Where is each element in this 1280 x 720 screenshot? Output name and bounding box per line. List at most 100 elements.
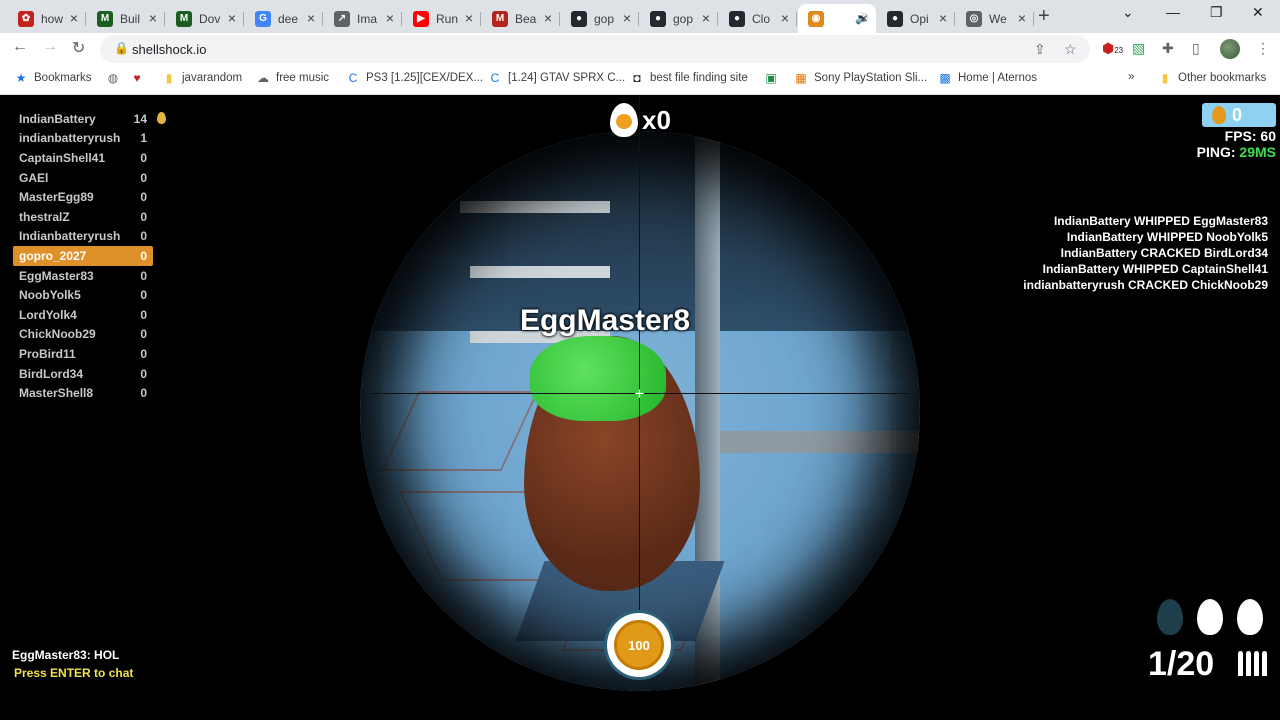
url-text: shellshock.io	[132, 42, 207, 57]
tab-strip: ✿ how × M Buil × M Dov × Gdee × ↗ Ima × ▶ Run × M Bea × ● gop…	[0, 0, 1280, 33]
scope-vignette	[360, 131, 920, 691]
bookmark-item[interactable]: ◍	[106, 71, 126, 85]
player-score: 0	[140, 386, 147, 401]
browser-tab[interactable]: ● Clo ×	[719, 4, 797, 33]
scoreboard: IndianBattery 14 indianbatteryrush 1 Captain…	[13, 109, 166, 403]
scoreboard-row: CaptainShell41 0	[13, 148, 153, 168]
tab-close-icon[interactable]: ×	[781, 10, 789, 26]
bookmark-icon: ◍	[107, 71, 119, 85]
bookmark-item[interactable]: ▣	[764, 71, 784, 85]
browser-tab[interactable]: ✿ how ×	[8, 4, 86, 33]
player-score: 0	[140, 248, 147, 263]
browser-tab[interactable]: ▶ Run ×	[403, 4, 481, 33]
bookmark-icon: C	[348, 71, 358, 85]
scoreboard-row: IndianBattery 14	[13, 109, 166, 129]
egg-counter[interactable]: 0	[1202, 103, 1276, 127]
tab-favicon-icon: ●	[729, 10, 745, 27]
kill-feed: IndianBattery WHIPPED EggMaster83 IndianB…	[1023, 213, 1268, 293]
new-tab-button[interactable]: +	[1038, 5, 1050, 28]
extensions-puzzle-icon[interactable]: ✚	[1162, 40, 1174, 57]
forward-button[interactable]: →	[42, 38, 58, 56]
extension-icon[interactable]: ▧	[1132, 40, 1145, 57]
bookmarks-bar: ★ Bookmarks ◍ ♥ ▮ javarandom ☁ free music C PS3 […	[0, 65, 1280, 95]
scoreboard-row: Indianbatteryrush 0	[13, 227, 153, 247]
player-name: EggMaster83	[19, 268, 94, 283]
share-icon[interactable]: ⇪	[1034, 41, 1046, 58]
browser-tab[interactable]: M Buil ×	[87, 4, 165, 33]
bookmark-item[interactable]: ◘ best file finding site	[630, 71, 747, 85]
other-bookmarks-folder[interactable]: ▮ Other bookmarks	[1158, 71, 1267, 85]
tab-separator	[480, 12, 481, 26]
back-button[interactable]: ←	[12, 38, 28, 56]
game-viewport[interactable]: + EggMaster8 IndianBattery 14 indianbatter…	[0, 96, 1280, 720]
browser-tab[interactable]: M Dov ×	[166, 4, 244, 33]
tab-favicon-icon: ✿	[18, 10, 34, 27]
scoreboard-row: EggMaster83 0	[13, 266, 153, 286]
restore-button[interactable]: ❐	[1210, 4, 1223, 21]
tab-favicon-icon: ●	[650, 10, 666, 27]
bookmark-item[interactable]: C [1.24] GTAV SPRX C...	[488, 71, 626, 85]
minimize-button[interactable]: —	[1166, 4, 1180, 20]
bookmark-item[interactable]: ★ Bookmarks	[14, 71, 92, 85]
tab-close-icon[interactable]: ×	[623, 10, 631, 26]
tab-close-icon[interactable]: ×	[860, 10, 868, 26]
scoreboard-row: gopro_2027 0	[13, 246, 153, 266]
player-name: ProBird11	[19, 346, 76, 361]
bookmark-icon: C	[490, 71, 500, 85]
side-panel-icon[interactable]: ▯	[1192, 40, 1200, 57]
tab-close-icon[interactable]: ×	[307, 10, 315, 26]
tab-close-icon[interactable]: ×	[70, 10, 78, 26]
kill-feed-entry: IndianBattery WHIPPED EggMaster83	[1053, 214, 1268, 228]
bookmark-item[interactable]: ☁ free music	[256, 71, 329, 85]
player-score: 1	[140, 131, 147, 146]
tab-close-icon[interactable]: ×	[386, 10, 394, 26]
menu-kebab-icon[interactable]: ⋮	[1256, 40, 1270, 57]
browser-tab[interactable]: Gdee ×	[245, 4, 323, 33]
bookmark-item[interactable]: ▮ javarandom	[162, 71, 242, 85]
bookmarks-overflow-button[interactable]: »	[1128, 71, 1134, 83]
address-bar[interactable]: 🔒 shellshock.io ⇪ ☆	[100, 35, 1090, 63]
player-name: gopro_2027	[19, 248, 87, 263]
player-score: 0	[140, 307, 147, 322]
tab-close-icon[interactable]: ×	[149, 10, 157, 26]
tab-favicon-icon: G	[255, 10, 271, 27]
reload-button[interactable]: ↻	[72, 38, 85, 58]
browser-tab[interactable]: M Bea ×	[482, 4, 560, 33]
browser-tab[interactable]: ↗ Ima ×	[324, 4, 402, 33]
bookmark-item[interactable]: C PS3 [1.25][CEX/DEX...	[346, 71, 483, 85]
tab-close-icon[interactable]: ×	[544, 10, 552, 26]
close-window-button[interactable]: ✕	[1252, 4, 1264, 21]
bookmark-item[interactable]: ▩ Home | Aternos	[938, 71, 1037, 85]
tab-close-icon[interactable]: ×	[465, 10, 473, 26]
browser-tab[interactable]: ● gop ×	[640, 4, 718, 33]
profile-avatar[interactable]	[1220, 39, 1240, 59]
bookmark-star-icon[interactable]: ☆	[1064, 41, 1077, 58]
tab-separator	[322, 12, 323, 26]
tab-close-icon[interactable]: ×	[228, 10, 236, 26]
browser-tab[interactable]: ◎ We ×	[956, 4, 1034, 33]
scope-view	[360, 131, 920, 691]
tab-title: how	[41, 11, 63, 26]
player-name: BirdLord34	[19, 366, 84, 381]
tab-title: Opi	[910, 11, 929, 26]
tab-close-icon[interactable]: ×	[702, 10, 710, 26]
bookmark-icon: ▦	[795, 71, 807, 85]
tab-title: Bea	[515, 11, 537, 26]
player-score: 0	[140, 190, 147, 205]
browser-tab[interactable]: ● gop ×	[561, 4, 639, 33]
browser-tab[interactable]: ◉ 🔊 ×	[798, 4, 876, 33]
extension-adblock-icon[interactable]: ⬢23	[1102, 40, 1123, 57]
tab-close-icon[interactable]: ×	[1018, 10, 1026, 26]
browser-tab[interactable]: ● Opi ×	[877, 4, 955, 33]
tab-separator	[401, 12, 402, 26]
tab-search-icon[interactable]: ⌄	[1122, 4, 1134, 21]
bullets-icon	[1238, 651, 1267, 676]
bookmark-item[interactable]: ♥	[130, 71, 150, 85]
health-indicator: 100	[607, 613, 671, 677]
bookmark-label: Bookmarks	[34, 72, 92, 84]
scoreboard-row: GAEl 0	[13, 168, 153, 188]
bookmark-item[interactable]: ▦ Sony PlayStation Sli...	[794, 71, 927, 85]
ammo-counter: 1/20	[1148, 645, 1215, 683]
tab-close-icon[interactable]: ×	[939, 10, 947, 26]
tab-separator	[1033, 12, 1034, 26]
